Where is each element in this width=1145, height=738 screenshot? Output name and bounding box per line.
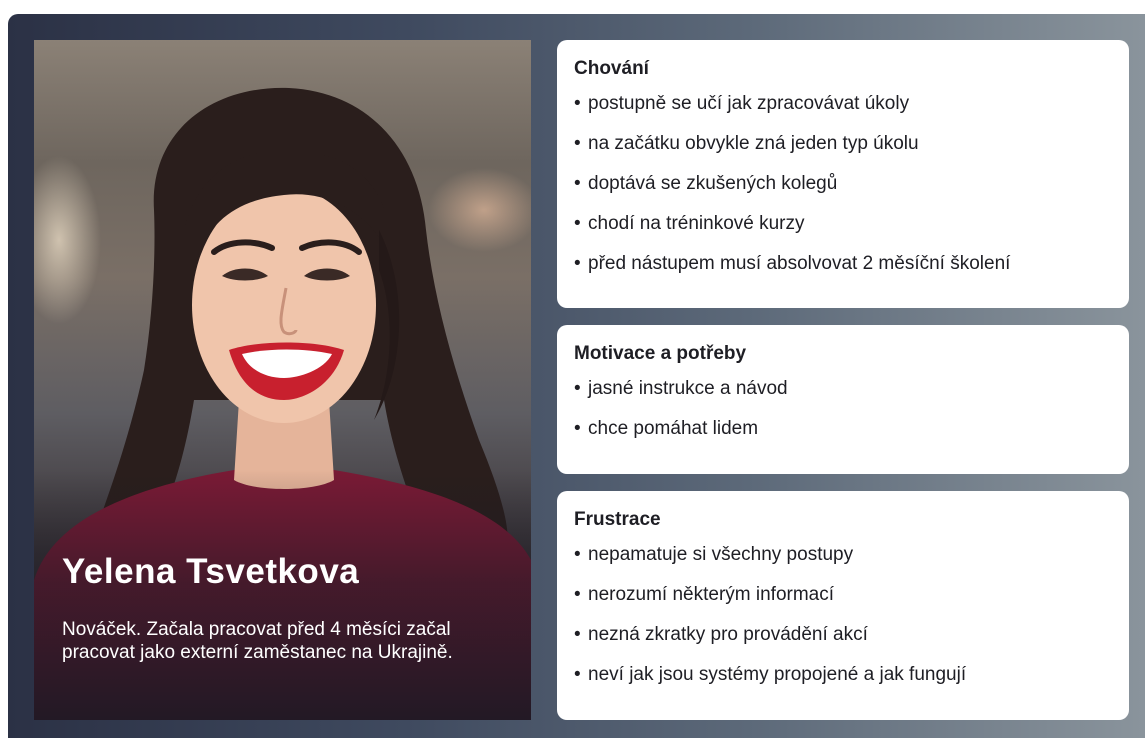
- photo-overlay: [34, 470, 531, 720]
- card-title: Motivace a potřeby: [574, 343, 747, 364]
- card-title: Chování: [574, 58, 649, 79]
- list-item: • nezná zkratky pro provádění akcí: [574, 624, 868, 645]
- card-title: Frustrace: [574, 509, 661, 530]
- frustration-list: • nepamatuje si všechny postupy • nerozumí…: [574, 543, 1129, 703]
- list-item: • před nástupem musí absolvovat 2 měsíční…: [574, 253, 1011, 274]
- card-behavior: Chování • postupně se učí jak zpracovávat…: [557, 40, 1129, 308]
- card-frustration: Frustrace • nepamatuje si všechny postupy…: [557, 491, 1129, 720]
- card-motivation: Motivace a potřeby • jasné instrukce a ná…: [557, 325, 1129, 474]
- motivation-list: • jasné instrukce a návod • chce pomáhat l…: [574, 377, 1129, 457]
- behavior-list: • postupně se učí jak zpracovávat úkoly •…: [574, 92, 1129, 292]
- persona-description: Nováček. Začala pracovat před 4 měsíci z…: [62, 619, 453, 663]
- persona-photo: Yelena Tsvetkova Nováček. Začala pracova…: [34, 40, 531, 720]
- persona-frame: Yelena Tsvetkova Nováček. Začala pracova…: [8, 14, 1145, 738]
- list-item: • postupně se učí jak zpracovávat úkoly: [574, 93, 910, 114]
- list-item: • neví jak jsou systémy propojené a jak f…: [574, 664, 967, 685]
- list-item: • doptává se zkušených kolegů: [574, 173, 838, 194]
- list-item: • jasné instrukce a návod: [574, 378, 788, 399]
- list-item: • chodí na tréninkové kurzy: [574, 213, 805, 234]
- list-item: • nerozumí některým informací: [574, 584, 835, 605]
- list-item: • chce pomáhat lidem: [574, 418, 759, 439]
- list-item: • na začátku obvykle zná jeden typ úkolu: [574, 133, 919, 154]
- persona-name: Yelena Tsvetkova: [62, 552, 360, 591]
- list-item: • nepamatuje si všechny postupy: [574, 544, 854, 565]
